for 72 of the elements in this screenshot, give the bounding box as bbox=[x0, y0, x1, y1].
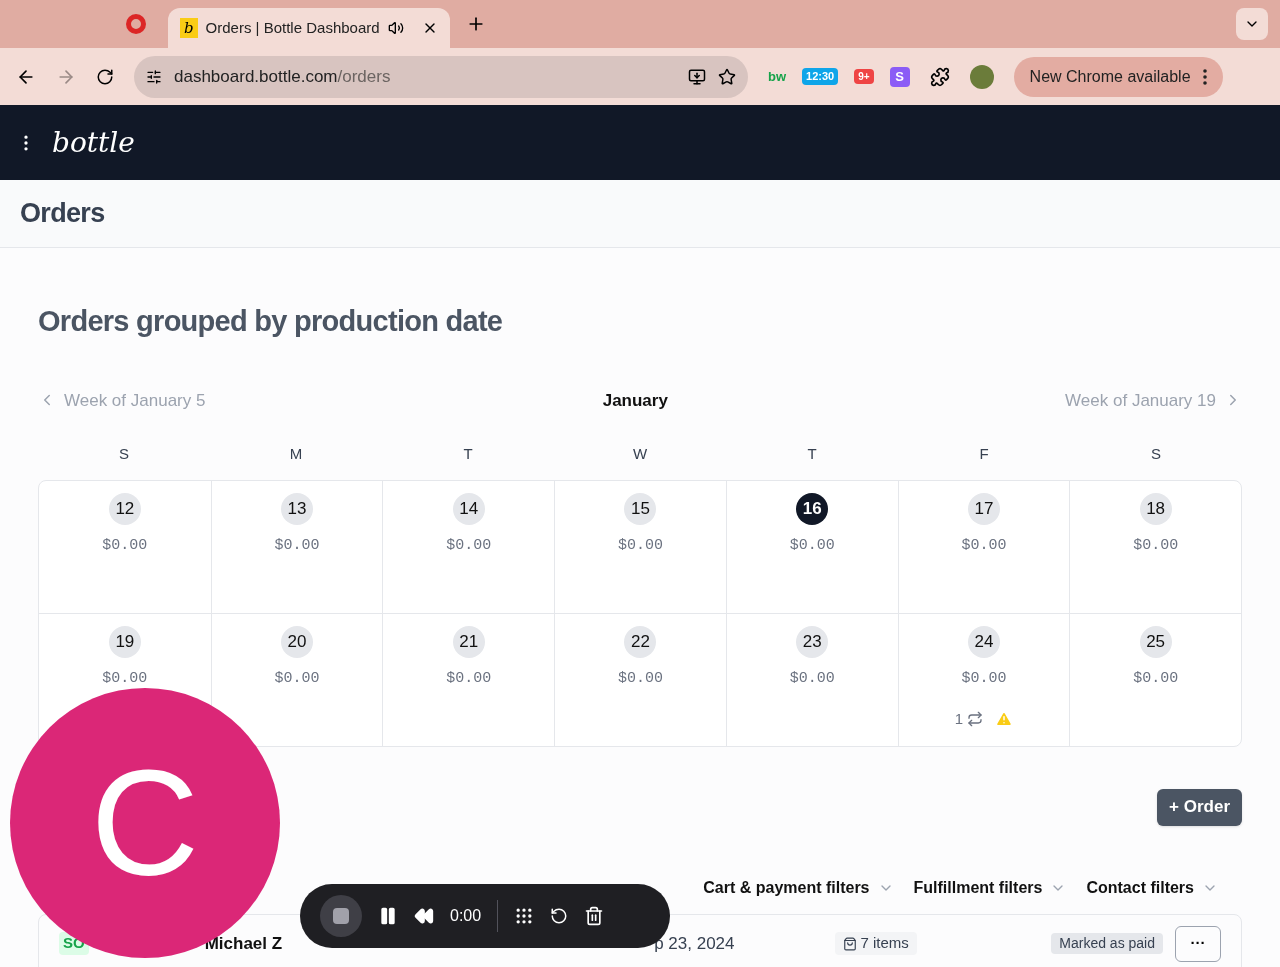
day-amount: $0.00 bbox=[446, 668, 492, 689]
day-number: 17 bbox=[967, 492, 1000, 525]
day-amount: $0.00 bbox=[961, 535, 1007, 556]
weekday-label: F bbox=[978, 444, 990, 464]
day-number: 21 bbox=[452, 625, 485, 658]
extension-icon[interactable]: 9+ bbox=[854, 69, 874, 84]
day-amount: $0.00 bbox=[274, 668, 320, 689]
app-logo: bottle bbox=[52, 124, 135, 161]
day-amount: $0.00 bbox=[618, 535, 663, 556]
filter-dropdown[interactable]: Cart & payment filters bbox=[703, 875, 894, 900]
day-number: 12 bbox=[108, 492, 141, 525]
speaker-icon[interactable] bbox=[387, 20, 404, 36]
filter-dropdown[interactable]: Fulfillment filters bbox=[913, 875, 1067, 900]
items-badge: 7 items bbox=[834, 932, 917, 955]
rewind-icon[interactable] bbox=[414, 906, 434, 926]
day-number: 13 bbox=[281, 492, 314, 525]
tab-favicon: b bbox=[180, 18, 198, 38]
day-number: 14 bbox=[452, 492, 485, 525]
restart-icon[interactable] bbox=[550, 907, 569, 925]
day-amount: $0.00 bbox=[102, 535, 148, 556]
day-number: 18 bbox=[1139, 492, 1172, 525]
day-number: 23 bbox=[796, 625, 829, 658]
day-number: 19 bbox=[108, 625, 141, 658]
address-bar[interactable]: dashboard.bottle.com/orders bbox=[134, 55, 748, 98]
day-amount: $0.00 bbox=[1133, 535, 1179, 556]
payment-badge: Marked as paid bbox=[1051, 933, 1163, 954]
month-label: January bbox=[602, 389, 668, 412]
day-amount: $0.00 bbox=[789, 668, 835, 689]
weekday-label: T bbox=[806, 444, 818, 464]
repeat-icon bbox=[967, 711, 984, 728]
day-amount: $0.00 bbox=[1133, 668, 1179, 689]
update-button[interactable]: New Chrome available bbox=[1013, 56, 1223, 97]
new-order-button[interactable]: + Order bbox=[1157, 788, 1242, 826]
recording-time: 0:00 bbox=[450, 906, 482, 926]
day-number: 16 bbox=[796, 492, 829, 525]
stop-button[interactable] bbox=[320, 895, 362, 937]
day-amount: $0.00 bbox=[618, 668, 663, 689]
profile-avatar[interactable] bbox=[969, 64, 994, 89]
day-number: 20 bbox=[281, 625, 314, 658]
filter-dropdown[interactable]: Contact filters bbox=[1086, 875, 1218, 900]
page-title: Orders bbox=[20, 197, 105, 231]
install-icon[interactable] bbox=[688, 67, 706, 86]
day-number: 22 bbox=[624, 625, 657, 658]
day-number: 25 bbox=[1139, 625, 1172, 658]
url-text: dashboard.bottle.com/orders bbox=[174, 65, 391, 88]
weekday-label: W bbox=[631, 444, 649, 464]
section-heading: Orders grouped by production date bbox=[38, 304, 504, 339]
extension-icon[interactable]: S bbox=[889, 66, 910, 87]
day-amount: $0.00 bbox=[789, 535, 835, 556]
recording-icon bbox=[128, 16, 144, 32]
day-amount: $0.00 bbox=[446, 535, 492, 556]
delete-icon[interactable] bbox=[584, 906, 605, 926]
day-number: 24 bbox=[967, 625, 1000, 658]
more-icon bbox=[1202, 68, 1207, 85]
bookmark-icon[interactable] bbox=[718, 67, 736, 86]
pause-icon[interactable] bbox=[378, 906, 398, 926]
day-amount: $0.00 bbox=[961, 668, 1007, 689]
tab-title: Orders | Bottle Dashboard bbox=[205, 17, 380, 38]
subscription-count: 1 bbox=[954, 709, 964, 729]
weekday-label: S bbox=[1150, 444, 1162, 464]
browser-tab[interactable]: b Orders | Bottle Dashboard bbox=[168, 8, 450, 48]
weekday-label: M bbox=[288, 444, 304, 464]
day-amount: $0.00 bbox=[102, 668, 148, 689]
reload-icon[interactable] bbox=[96, 67, 114, 86]
extensions-icon[interactable] bbox=[929, 66, 950, 87]
weekday-label: S bbox=[118, 444, 130, 464]
day-number: 15 bbox=[624, 492, 657, 525]
more-button[interactable]: ··· bbox=[1175, 925, 1221, 962]
day-amount: $0.00 bbox=[274, 535, 320, 556]
tab-search-button[interactable] bbox=[1236, 8, 1268, 40]
site-settings-icon[interactable] bbox=[146, 68, 162, 85]
weekday-label: T bbox=[462, 444, 474, 464]
